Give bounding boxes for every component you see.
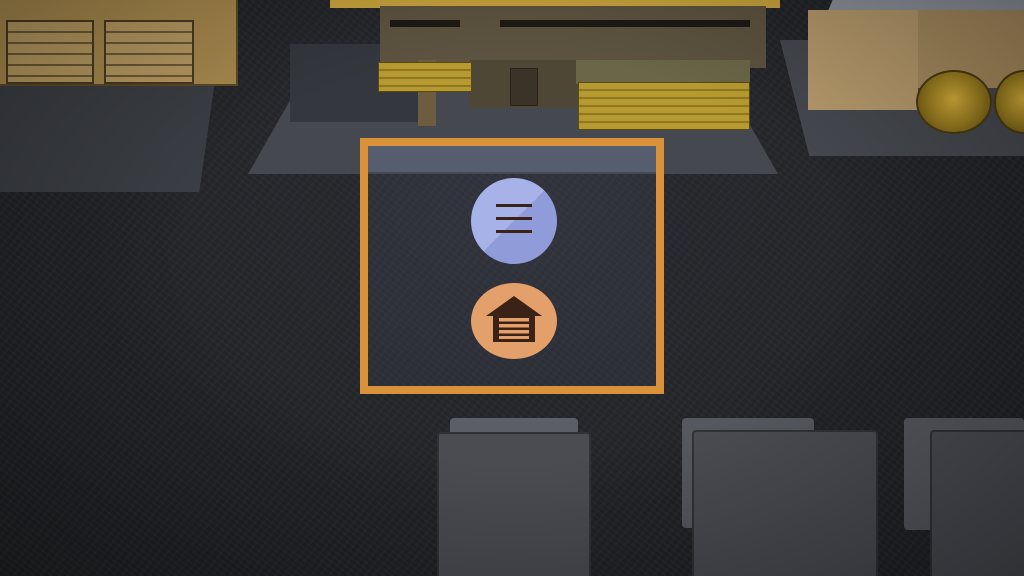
game-scene	[0, 0, 1024, 576]
menu-button[interactable]	[471, 178, 557, 264]
garage-button[interactable]	[471, 283, 557, 359]
hamburger-menu-icon	[492, 197, 536, 245]
garage-icon	[484, 294, 544, 348]
